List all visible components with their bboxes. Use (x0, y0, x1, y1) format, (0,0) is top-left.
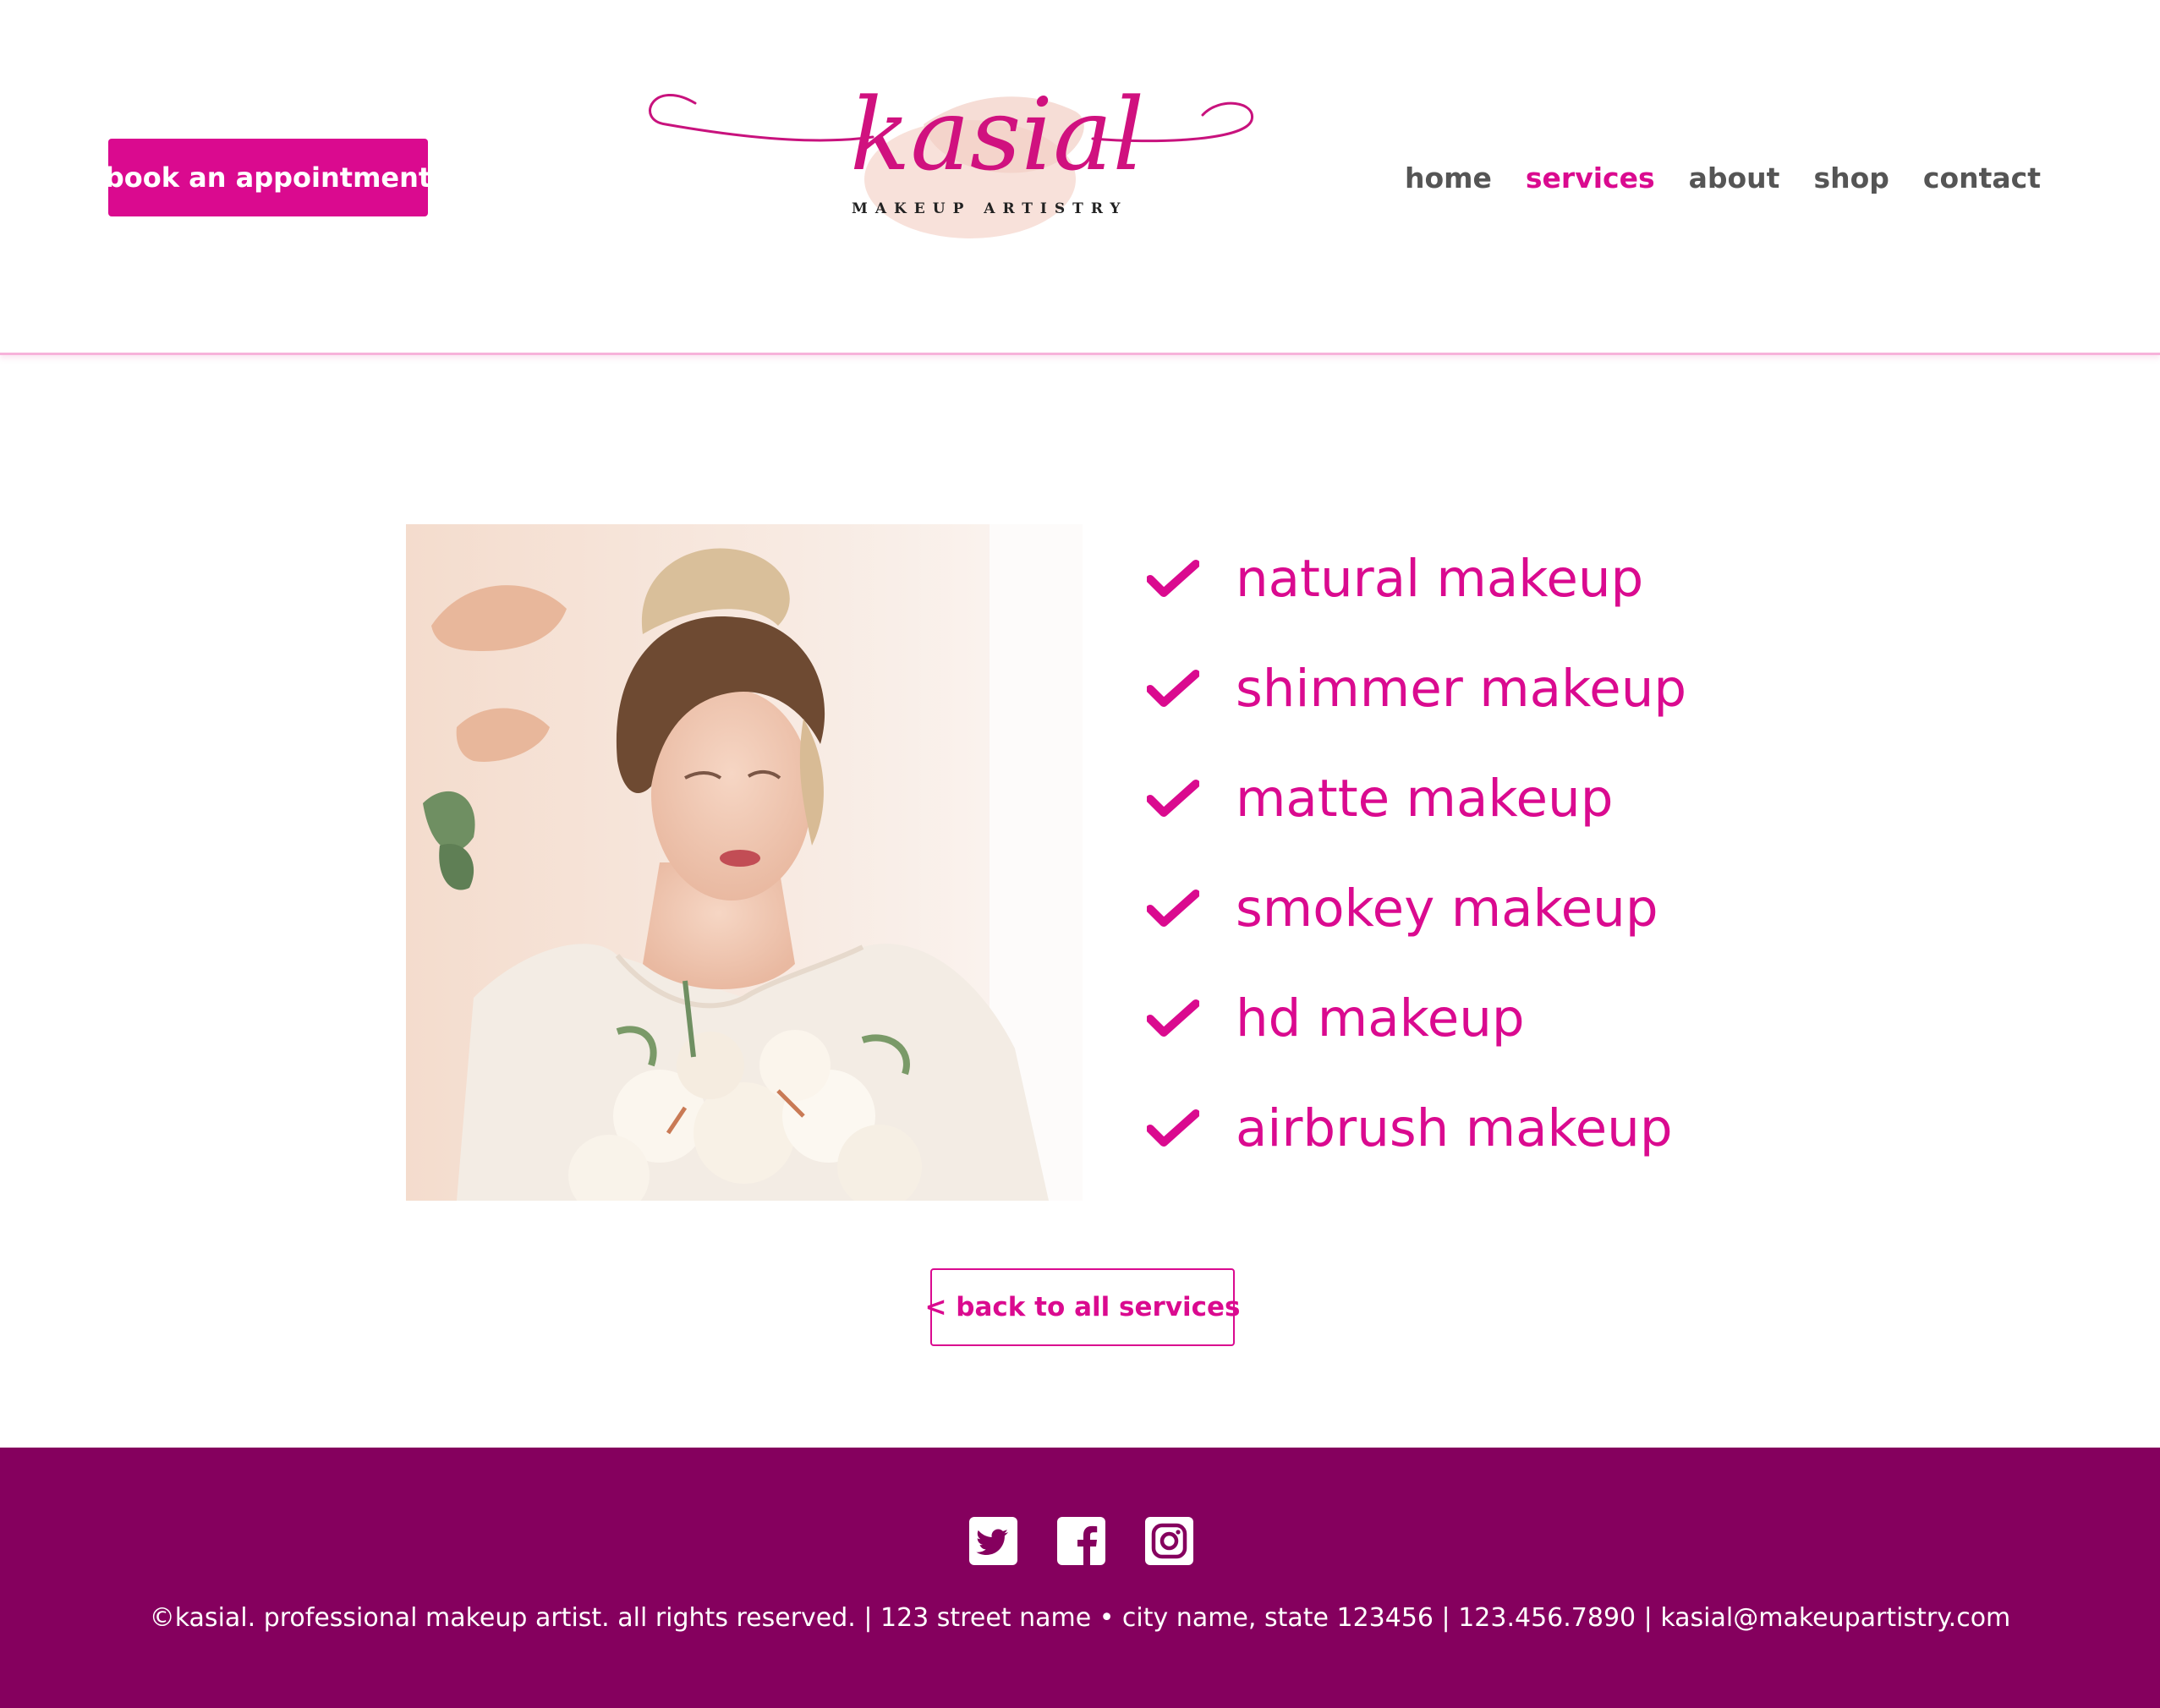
twitter-icon[interactable] (969, 1517, 1017, 1565)
service-label: hd makeup (1236, 988, 1525, 1048)
check-icon (1147, 1109, 1199, 1147)
check-icon (1147, 670, 1199, 707)
service-label: shimmer makeup (1236, 659, 1687, 719)
service-label: matte makeup (1236, 769, 1614, 829)
nav-shop[interactable]: shop (1813, 161, 1889, 194)
book-appointment-button[interactable]: book an appointment (105, 139, 431, 216)
site-footer: ©kasial. professional makeup artist. all… (0, 1448, 2160, 1708)
nav-contact[interactable]: contact (1923, 161, 2041, 194)
service-label: smokey makeup (1236, 879, 1658, 939)
bride-photo (406, 524, 1083, 1201)
services-list: natural makeup shimmer makeup matte make… (1147, 524, 1823, 1184)
instagram-icon[interactable] (1145, 1517, 1193, 1565)
list-item: natural makeup (1147, 524, 1823, 634)
list-item: matte makeup (1147, 744, 1823, 854)
check-icon (1147, 999, 1199, 1037)
list-item: hd makeup (1147, 964, 1823, 1074)
main-nav: home services about shop contact (1405, 157, 2041, 198)
nav-services[interactable]: services (1526, 161, 1655, 194)
service-label: natural makeup (1236, 549, 1644, 609)
list-item: smokey makeup (1147, 854, 1823, 964)
check-icon (1147, 780, 1199, 817)
page: book an appointment kasial MAKEUP ARTIST… (0, 0, 2160, 1708)
footer-copyright: ©kasial. professional makeup artist. all… (149, 1603, 2011, 1633)
social-links (969, 1517, 1193, 1565)
facebook-icon[interactable] (1057, 1517, 1105, 1565)
logo-tagline: MAKEUP ARTISTRY (852, 200, 1128, 217)
nav-about[interactable]: about (1689, 161, 1780, 194)
list-item: airbrush makeup (1147, 1074, 1823, 1184)
site-logo[interactable]: kasial MAKEUP ARTISTRY (636, 44, 1262, 255)
check-icon (1147, 890, 1199, 927)
back-to-services-button[interactable]: < back to all services (925, 1268, 1241, 1346)
check-icon (1147, 560, 1199, 597)
nav-home[interactable]: home (1405, 161, 1492, 194)
site-header: book an appointment kasial MAKEUP ARTIST… (0, 0, 2160, 355)
service-label: airbrush makeup (1236, 1098, 1673, 1158)
svg-text:kasial: kasial (850, 76, 1144, 193)
list-item: shimmer makeup (1147, 634, 1823, 744)
